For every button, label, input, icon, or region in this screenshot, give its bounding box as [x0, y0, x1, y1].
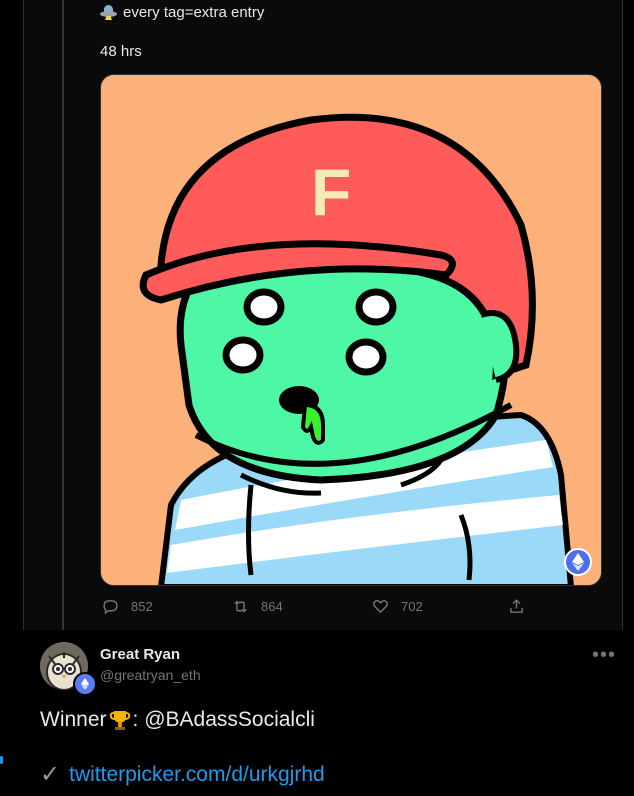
winner-mention: : @BAdassSocialcli	[132, 708, 315, 731]
left-edge-indicator	[0, 756, 3, 764]
display-name[interactable]: Great Ryan	[100, 646, 180, 663]
giveaway-duration: 48 hrs	[100, 43, 142, 60]
helmet-letter: F	[311, 155, 351, 229]
ethereum-badge-icon	[73, 672, 97, 696]
reply-tweet[interactable]: Great Ryan @greatryan_eth ••• Winner : @…	[23, 630, 634, 796]
result-link[interactable]: twitterpicker.com/d/urkgjrhd	[69, 763, 325, 787]
thread-connector-line	[62, 0, 64, 630]
check-mark-icon: ✓	[40, 761, 61, 788]
ethereum-icon	[564, 548, 592, 576]
ufo-icon	[100, 5, 117, 20]
retweet-count: 864	[261, 599, 283, 614]
like-count: 702	[401, 599, 423, 614]
more-options-button[interactable]: •••	[592, 644, 616, 667]
tweet-action-bar: 852 864 702	[100, 598, 530, 618]
winner-label: Winner	[40, 708, 107, 731]
trophy-icon	[109, 709, 131, 731]
tweet-media-image[interactable]: F	[100, 74, 602, 586]
heart-icon	[373, 600, 388, 614]
reply-button[interactable]: 852	[102, 598, 153, 615]
entry-rule-text: every tag=extra entry	[123, 4, 265, 21]
result-link-line: ✓ twitterpicker.com/d/urkgjrhd	[40, 760, 325, 789]
nft-artwork: F	[101, 75, 601, 585]
like-button[interactable]: 702	[372, 598, 423, 615]
reply-count: 852	[131, 599, 153, 614]
retweet-button[interactable]: 864	[232, 598, 283, 615]
entry-rule-line: every tag=extra entry	[100, 4, 264, 21]
tweet-text-winner: Winner : @BAdassSocialcli	[40, 708, 315, 732]
retweet-icon	[234, 600, 247, 613]
user-handle[interactable]: @greatryan_eth	[100, 667, 201, 683]
share-icon	[510, 599, 523, 613]
reply-icon	[103, 600, 118, 615]
share-button[interactable]	[508, 598, 525, 615]
